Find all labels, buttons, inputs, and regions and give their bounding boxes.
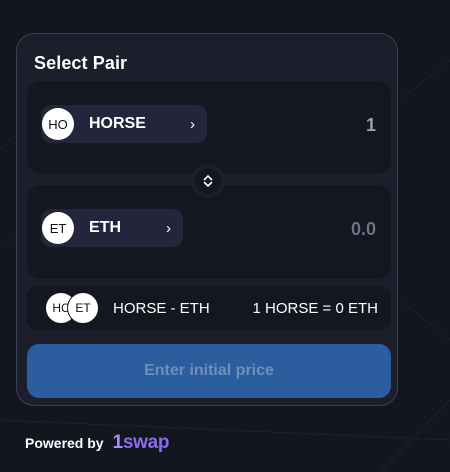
chevron-right-icon: › [166, 219, 171, 237]
pair-info-row: HC ET HORSE - ETH 1 HORSE = 0 ETH [27, 286, 391, 330]
to-amount-input[interactable]: 0.0 [351, 219, 376, 240]
to-token-select-button[interactable]: ET ETH › [41, 209, 183, 247]
pair-name: HORSE - ETH [113, 299, 210, 317]
to-token-logo: ET [42, 212, 74, 244]
from-token-select-button[interactable]: HO HORSE › [41, 105, 207, 143]
from-token-logo: HO [42, 108, 74, 140]
powered-by-footer: Powered by 1swap [25, 432, 170, 454]
powered-by-label: Powered by [25, 435, 104, 451]
pair-price: 1 HORSE = 0 ETH [252, 299, 378, 317]
switch-tokens-button[interactable] [191, 164, 225, 198]
brand-logo[interactable]: 1swap [113, 432, 170, 454]
to-token-symbol: ETH [89, 219, 121, 236]
card-title: Select Pair [34, 53, 128, 73]
brand-name: swap [122, 432, 170, 453]
chevron-up-down-icon [203, 175, 213, 187]
select-pair-card: Select Pair HO HORSE › 1 ET ETH › 0.0 HC… [16, 33, 398, 406]
pair-logo-eth: ET [67, 292, 99, 324]
brand-prefix: 1 [112, 432, 124, 453]
enter-initial-price-button[interactable]: Enter initial price [27, 344, 391, 398]
pair-token-logos: HC ET [45, 292, 101, 324]
from-token-panel: HO HORSE › 1 [27, 81, 391, 174]
to-token-panel: ET ETH › 0.0 [27, 185, 391, 279]
from-amount-input[interactable]: 1 [366, 115, 376, 136]
chevron-right-icon: › [190, 115, 195, 133]
from-token-symbol: HORSE [89, 115, 146, 132]
